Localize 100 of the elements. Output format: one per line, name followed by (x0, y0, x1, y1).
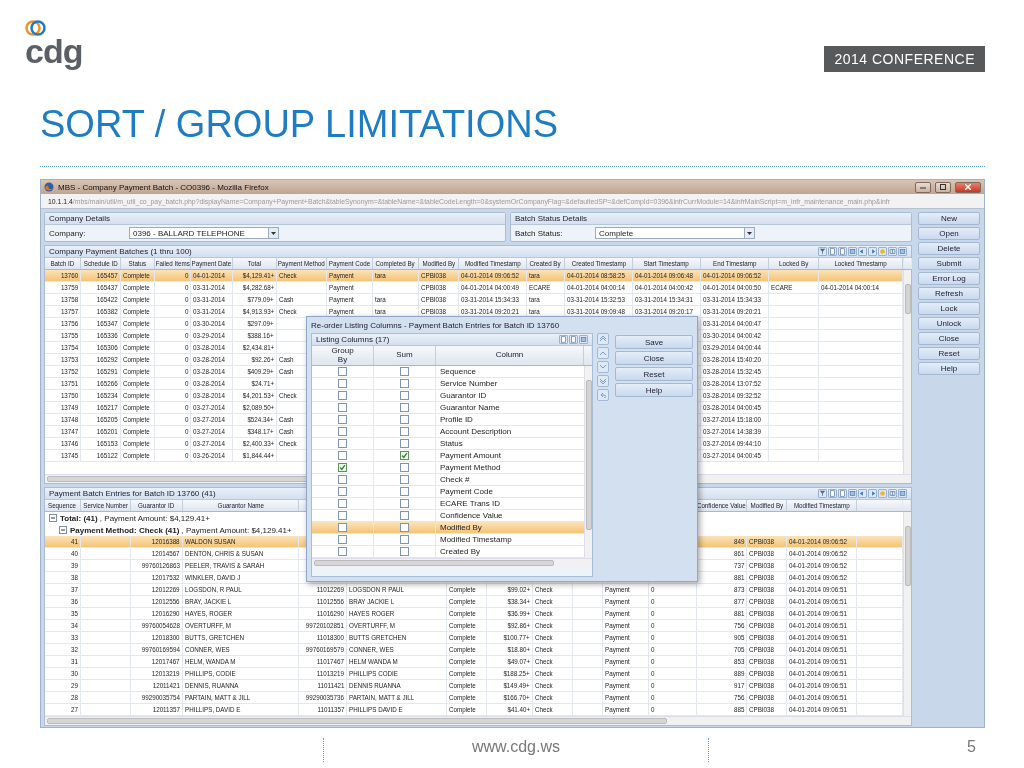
table-cell: 04-01-2014 09:06:51 (787, 632, 857, 643)
table-cell: 13747 (45, 426, 81, 437)
table-cell: 04-01-2014 09:06:51 (787, 692, 857, 703)
table-cell: 13754 (45, 342, 81, 353)
table-cell: 13751 (45, 378, 81, 389)
table-cell: 04-01-2014 09:06:51 (787, 620, 857, 631)
table-cell: OVERTURFF, M (347, 620, 447, 631)
table-cell: 165217 (81, 402, 121, 413)
table-cell: 04-01-2014 09:06:52 (459, 270, 527, 281)
table-cell: Complete (447, 644, 487, 655)
column-name: Sequence (439, 366, 478, 377)
table-cell: tara (527, 270, 565, 281)
table-cell: DENNIS RUANNA (347, 680, 447, 691)
table-cell: 03-28-2014 13:07:52 (701, 378, 769, 389)
table-cell: $4,282.68+ (233, 282, 277, 293)
table-cell: DENNIS, RUANNA (183, 680, 299, 691)
table-cell: 0 (649, 632, 697, 643)
table-cell: Complete (447, 584, 487, 595)
table-cell: $36.99+ (487, 608, 533, 619)
table-cell: 165382 (81, 306, 121, 317)
table-cell: 0 (155, 450, 191, 461)
table-cell: ECARE (769, 282, 819, 293)
table-cell: 03-31-2014 15:34:33 (701, 294, 769, 305)
table-cell: $166.70+ (487, 692, 533, 703)
table-cell: CPBI038 (747, 632, 787, 643)
table-cell: 0 (649, 704, 697, 715)
table-cell: CPBI038 (747, 680, 787, 691)
column-name: Created By (439, 546, 482, 557)
table-cell: 165347 (81, 318, 121, 329)
table-cell: 03-31-2014 (191, 294, 233, 305)
table-cell: Complete (121, 378, 155, 389)
table-cell: 165336 (81, 330, 121, 341)
table-cell: 04-01-2014 09:06:51 (787, 680, 857, 691)
table-cell: 04-01-2014 08:58:25 (565, 270, 633, 281)
table-cell: $100.77+ (487, 632, 533, 643)
table-cell: $2,089.50+ (233, 402, 277, 413)
table-cell: 165266 (81, 378, 121, 389)
table-cell: 165437 (81, 282, 121, 293)
table-cell: $38.34+ (487, 596, 533, 607)
table-cell: Complete (447, 656, 487, 667)
table-cell: $92.26+ (233, 354, 277, 365)
table-cell: $24.71+ (233, 378, 277, 389)
table-cell: 04-01-2014 09:06:52 (787, 572, 857, 583)
table-cell: $348.17+ (233, 426, 277, 437)
table-cell: 13757 (45, 306, 81, 317)
table-cell: Complete (121, 294, 155, 305)
column-name: Modified By (439, 522, 483, 533)
table-cell: PEELER, TRAVIS & SARAH (183, 560, 299, 571)
table-cell: $4,129.41+ (233, 270, 277, 281)
table-cell: 885 (697, 704, 747, 715)
table-cell: 03-30-2014 (191, 318, 233, 329)
table-cell: 165291 (81, 366, 121, 377)
table-cell: HELM, WANDA M (183, 656, 299, 667)
field-label: Company: (49, 228, 87, 238)
table-cell: Check (533, 692, 573, 703)
column-name: Status (439, 438, 464, 449)
table-cell: 12018300 (131, 632, 183, 643)
table-cell: 41 (45, 536, 81, 547)
table-cell: 03-31-2014 (191, 282, 233, 293)
table-cell: CPBI038 (747, 548, 787, 559)
table-cell: 165422 (81, 294, 121, 305)
table-cell: 12011357 (131, 704, 183, 715)
table-cell: 11017467 (299, 656, 347, 667)
table-cell: 99760126863 (131, 560, 183, 571)
table-cell: 11012556 (299, 596, 347, 607)
table-cell: 165292 (81, 354, 121, 365)
table-cell: 04-01-2014 09:06:51 (787, 668, 857, 679)
table-cell: 04-01-2014 09:06:48 (633, 270, 701, 281)
table-cell: 881 (697, 608, 747, 619)
table-cell: tara (373, 270, 419, 281)
table-cell: Check (533, 608, 573, 619)
table-cell: 756 (697, 620, 747, 631)
table-cell: CPBI038 (419, 270, 459, 281)
table-cell: Complete (121, 414, 155, 425)
table-cell: BUTTS, GRETCHEN (183, 632, 299, 643)
table-cell: CPBI038 (747, 656, 787, 667)
table-cell: 12012269 (131, 584, 183, 595)
table-cell: 12017532 (131, 572, 183, 583)
table-cell: 13752 (45, 366, 81, 377)
field-label: Batch Status: (515, 228, 564, 238)
table-cell: 0 (649, 644, 697, 655)
panel-title: Listing Columns (17) (316, 335, 390, 344)
table-cell: Check (533, 584, 573, 595)
url-text: 10.1.1.4/mbs/main/util/m_util_co_pay_batch.php?displayName=Company+Payment+Batch&tableSynonym=&tableName=&tableCodeLength=0&systemOrCompanyFlag=&defaultedSP=&defCompId=0396&infrCurrModule=14&infrMainScript=m_infr_maintenance_main.php&infr (48, 196, 890, 206)
table-cell: 11011357 (299, 704, 347, 715)
table-cell: 13755 (45, 330, 81, 341)
table-cell: 03-27-2014 (191, 438, 233, 449)
slide-title: SORT / GROUP LIMITATIONS (40, 102, 559, 147)
table-cell: 11012269 (299, 584, 347, 595)
table-cell: PARTAIN, MATT & JILL (347, 692, 447, 703)
table-cell: 13753 (45, 354, 81, 365)
table-cell: CPBI038 (747, 692, 787, 703)
table-cell: 13759 (45, 282, 81, 293)
table-cell: Complete (121, 426, 155, 437)
column-name: Payment Amount (439, 450, 502, 461)
column-header: Column (436, 346, 584, 365)
table-cell: HELM WANDA M (347, 656, 447, 667)
table-cell: Complete (447, 608, 487, 619)
table-cell: 04-01-2014 09:06:51 (787, 644, 857, 655)
table-cell: CPBI038 (419, 282, 459, 293)
